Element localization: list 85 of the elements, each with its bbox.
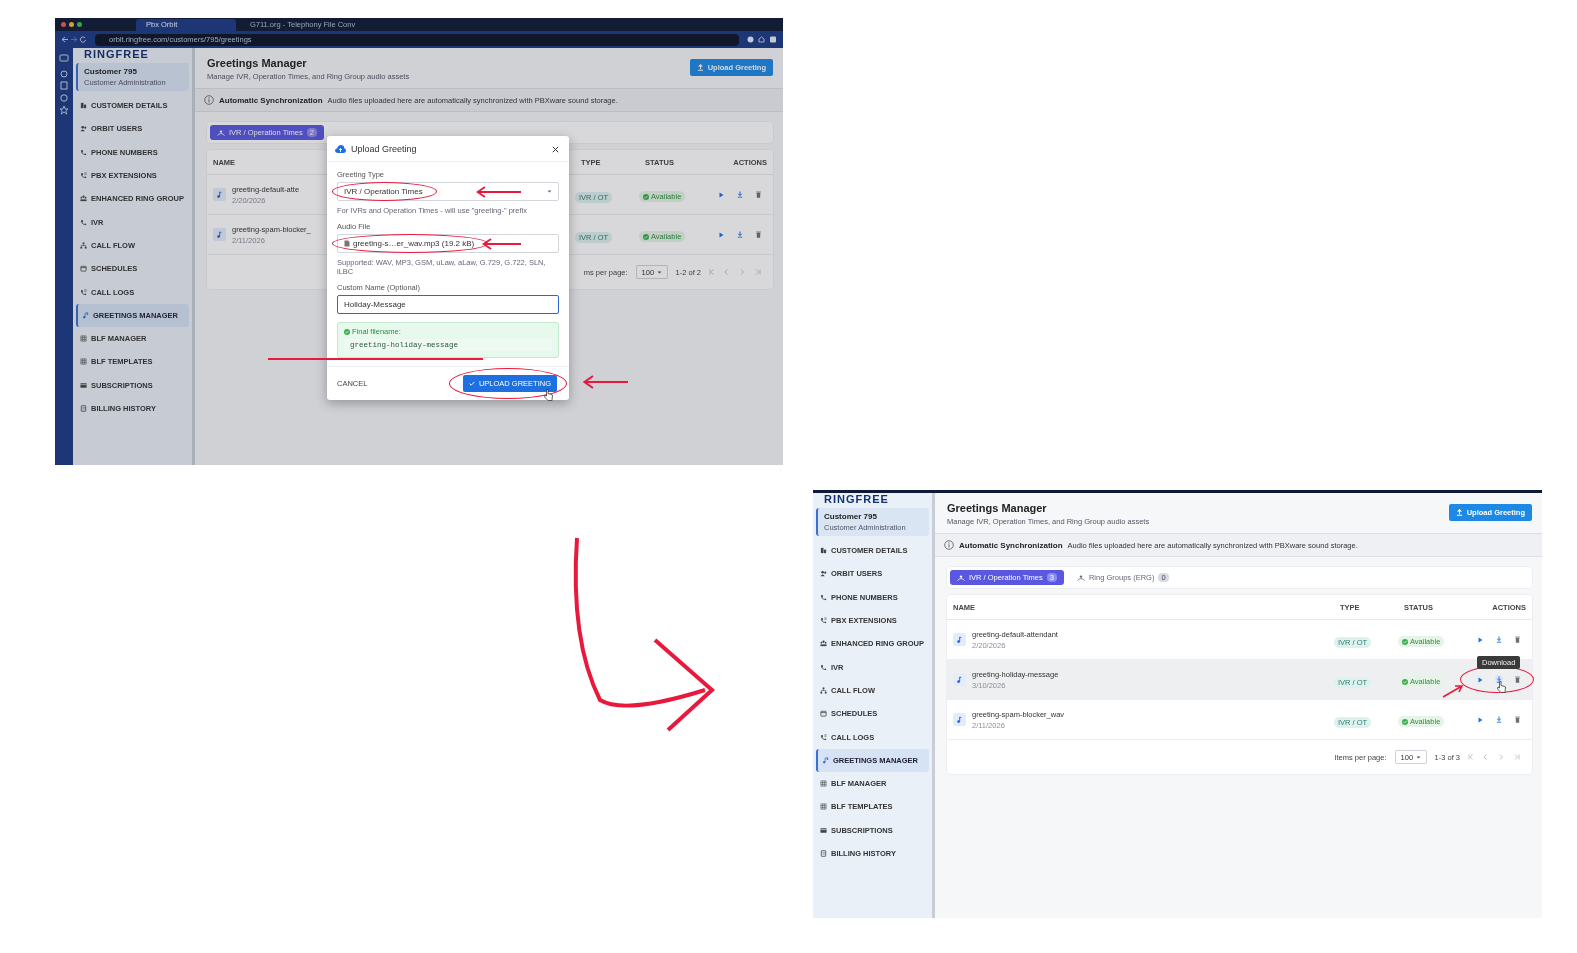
phone-icon	[80, 148, 87, 156]
music-note-icon	[213, 228, 226, 241]
page-title: Greetings Manager	[207, 57, 308, 69]
calendar-icon	[80, 265, 87, 273]
people-icon	[820, 570, 827, 578]
play-icon[interactable]	[1478, 676, 1483, 683]
music-note-icon	[82, 311, 89, 319]
trash-icon[interactable]	[1515, 716, 1520, 723]
person-icon	[217, 129, 225, 136]
hierarchy-icon	[820, 686, 827, 694]
browser-toolbar-icons[interactable]	[747, 36, 777, 43]
check-circle-icon	[1402, 678, 1408, 685]
file-icon	[344, 240, 350, 247]
dialog-title: Upload Greeting	[351, 144, 418, 154]
grid-icon	[80, 335, 87, 343]
music-note-icon	[822, 756, 829, 764]
cloud-upload-icon	[335, 145, 346, 153]
phone-list-icon	[80, 172, 87, 180]
music-note-icon	[953, 713, 966, 726]
upload-icon	[1455, 509, 1463, 516]
trash-icon[interactable]	[1515, 636, 1520, 643]
page-title: Greetings Manager	[947, 502, 1048, 514]
music-note-icon	[213, 188, 226, 201]
people-icon	[80, 125, 87, 133]
window-controls-icon[interactable]	[61, 22, 82, 27]
phone-list-icon	[820, 617, 827, 625]
grid-icon	[820, 803, 827, 811]
caret-icon	[656, 270, 662, 274]
music-note-icon	[953, 633, 966, 646]
phone-icon	[820, 593, 827, 601]
upload-icon	[696, 64, 704, 71]
play-icon[interactable]	[1478, 716, 1483, 723]
calendar-icon	[820, 710, 827, 718]
caret-icon	[1415, 755, 1421, 759]
download-icon[interactable]	[1495, 635, 1503, 644]
phone-icon	[80, 218, 87, 226]
annotation-arrow	[1442, 684, 1464, 698]
building-icon	[80, 102, 87, 110]
download-icon[interactable]	[736, 190, 744, 199]
person-icon	[1076, 574, 1085, 581]
card-icon	[80, 381, 87, 389]
logo: RINGFREE	[823, 493, 890, 506]
customer-name: Customer 795	[84, 67, 138, 76]
check-circle-icon	[1402, 638, 1408, 645]
check-circle-icon	[344, 328, 350, 335]
check-icon	[468, 381, 475, 386]
banner-title: Automatic Synchronization	[219, 95, 323, 105]
download-icon[interactable]	[736, 230, 744, 239]
card-icon	[820, 826, 827, 834]
logo: RINGFREE	[83, 48, 150, 61]
play-icon[interactable]	[719, 231, 724, 238]
annotation-arrow	[583, 375, 629, 389]
hand-cursor-icon	[1497, 681, 1506, 693]
trash-icon[interactable]	[756, 231, 761, 238]
check-circle-icon	[643, 233, 649, 240]
info-icon	[204, 95, 214, 105]
phone-list-icon	[820, 733, 827, 741]
document-icon	[80, 405, 87, 412]
info-icon	[944, 540, 954, 550]
grid-icon	[820, 780, 827, 788]
custom-name-input[interactable]: Holiday-Message	[337, 295, 559, 314]
annotation-arrow	[476, 186, 522, 198]
check-circle-icon	[643, 193, 649, 200]
group-icon	[80, 195, 87, 203]
close-icon[interactable]	[552, 145, 559, 153]
download-icon[interactable]	[1495, 715, 1503, 724]
phone-list-icon	[80, 288, 87, 296]
banner-title: Automatic Synchronization	[959, 540, 1063, 550]
group-icon	[820, 640, 827, 648]
music-note-icon	[953, 673, 966, 686]
building-icon	[820, 547, 827, 555]
phone-icon	[820, 663, 827, 671]
trash-icon[interactable]	[1515, 676, 1520, 683]
person-icon	[957, 574, 965, 581]
document-icon	[820, 850, 827, 857]
annotation-arrow	[482, 238, 522, 250]
customer-name: Customer 795	[824, 512, 878, 521]
browser-nav-icons[interactable]	[61, 36, 87, 43]
trash-icon[interactable]	[756, 191, 761, 198]
grid-icon	[80, 358, 87, 366]
hierarchy-icon	[80, 241, 87, 249]
play-icon[interactable]	[1478, 636, 1483, 643]
check-circle-icon	[1402, 718, 1408, 725]
play-icon[interactable]	[719, 191, 724, 198]
caret-icon	[547, 190, 552, 193]
